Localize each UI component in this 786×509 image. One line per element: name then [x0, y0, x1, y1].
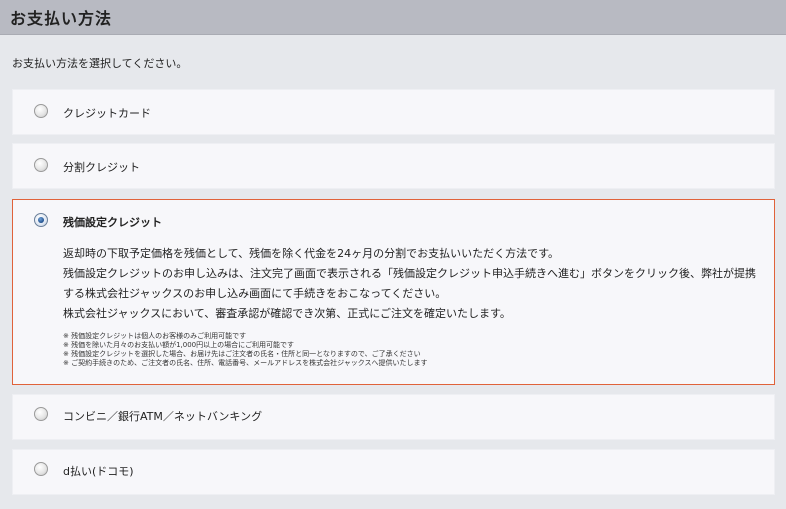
- option-label: 残価設定クレジット: [63, 216, 162, 229]
- instruction-text: お支払い方法を選択してください。: [12, 57, 188, 70]
- description-line: 株式会社ジャックスにおいて、審査承認が確認でき次第、正式にご注文を確定いたします…: [63, 307, 511, 320]
- option-label: 分割クレジット: [63, 161, 140, 174]
- description-line: 残価設定クレジットのお申し込みは、注文完了画面で表示される「残価設定クレジット申…: [63, 267, 756, 280]
- page-header: お支払い方法: [0, 0, 786, 35]
- description-line: 返却時の下取予定価格を残価として、残価を除く代金を24ヶ月の分割でお支払いいただ…: [63, 247, 560, 260]
- note-line: ※ ご契約手続きのため、ご注文者の氏名、住所、電話番号、メールアドレスを株式会社…: [63, 359, 428, 367]
- radio-button[interactable]: [34, 158, 48, 172]
- radio-button[interactable]: [34, 462, 48, 476]
- payment-option-installment-credit[interactable]: 分割クレジット: [12, 143, 775, 189]
- payment-option-credit-card[interactable]: クレジットカード: [12, 89, 775, 135]
- page-title: お支払い方法: [10, 9, 113, 28]
- radio-button-checked[interactable]: [34, 213, 48, 227]
- radio-button[interactable]: [34, 104, 48, 118]
- option-label: コンビニ／銀行ATM／ネットバンキング: [63, 410, 263, 423]
- payment-option-residual-credit[interactable]: 残価設定クレジット 返却時の下取予定価格を残価として、残価を除く代金を24ヶ月の…: [12, 199, 775, 385]
- payment-option-convenience-store[interactable]: コンビニ／銀行ATM／ネットバンキング: [12, 394, 775, 440]
- option-label: クレジットカード: [63, 107, 151, 120]
- radio-button[interactable]: [34, 407, 48, 421]
- description-line: する株式会社ジャックスのお申し込み画面にて手続きをおこなってください。: [63, 287, 447, 300]
- payment-option-d-payment[interactable]: d払い(ドコモ): [12, 449, 775, 495]
- option-label: d払い(ドコモ): [63, 465, 134, 478]
